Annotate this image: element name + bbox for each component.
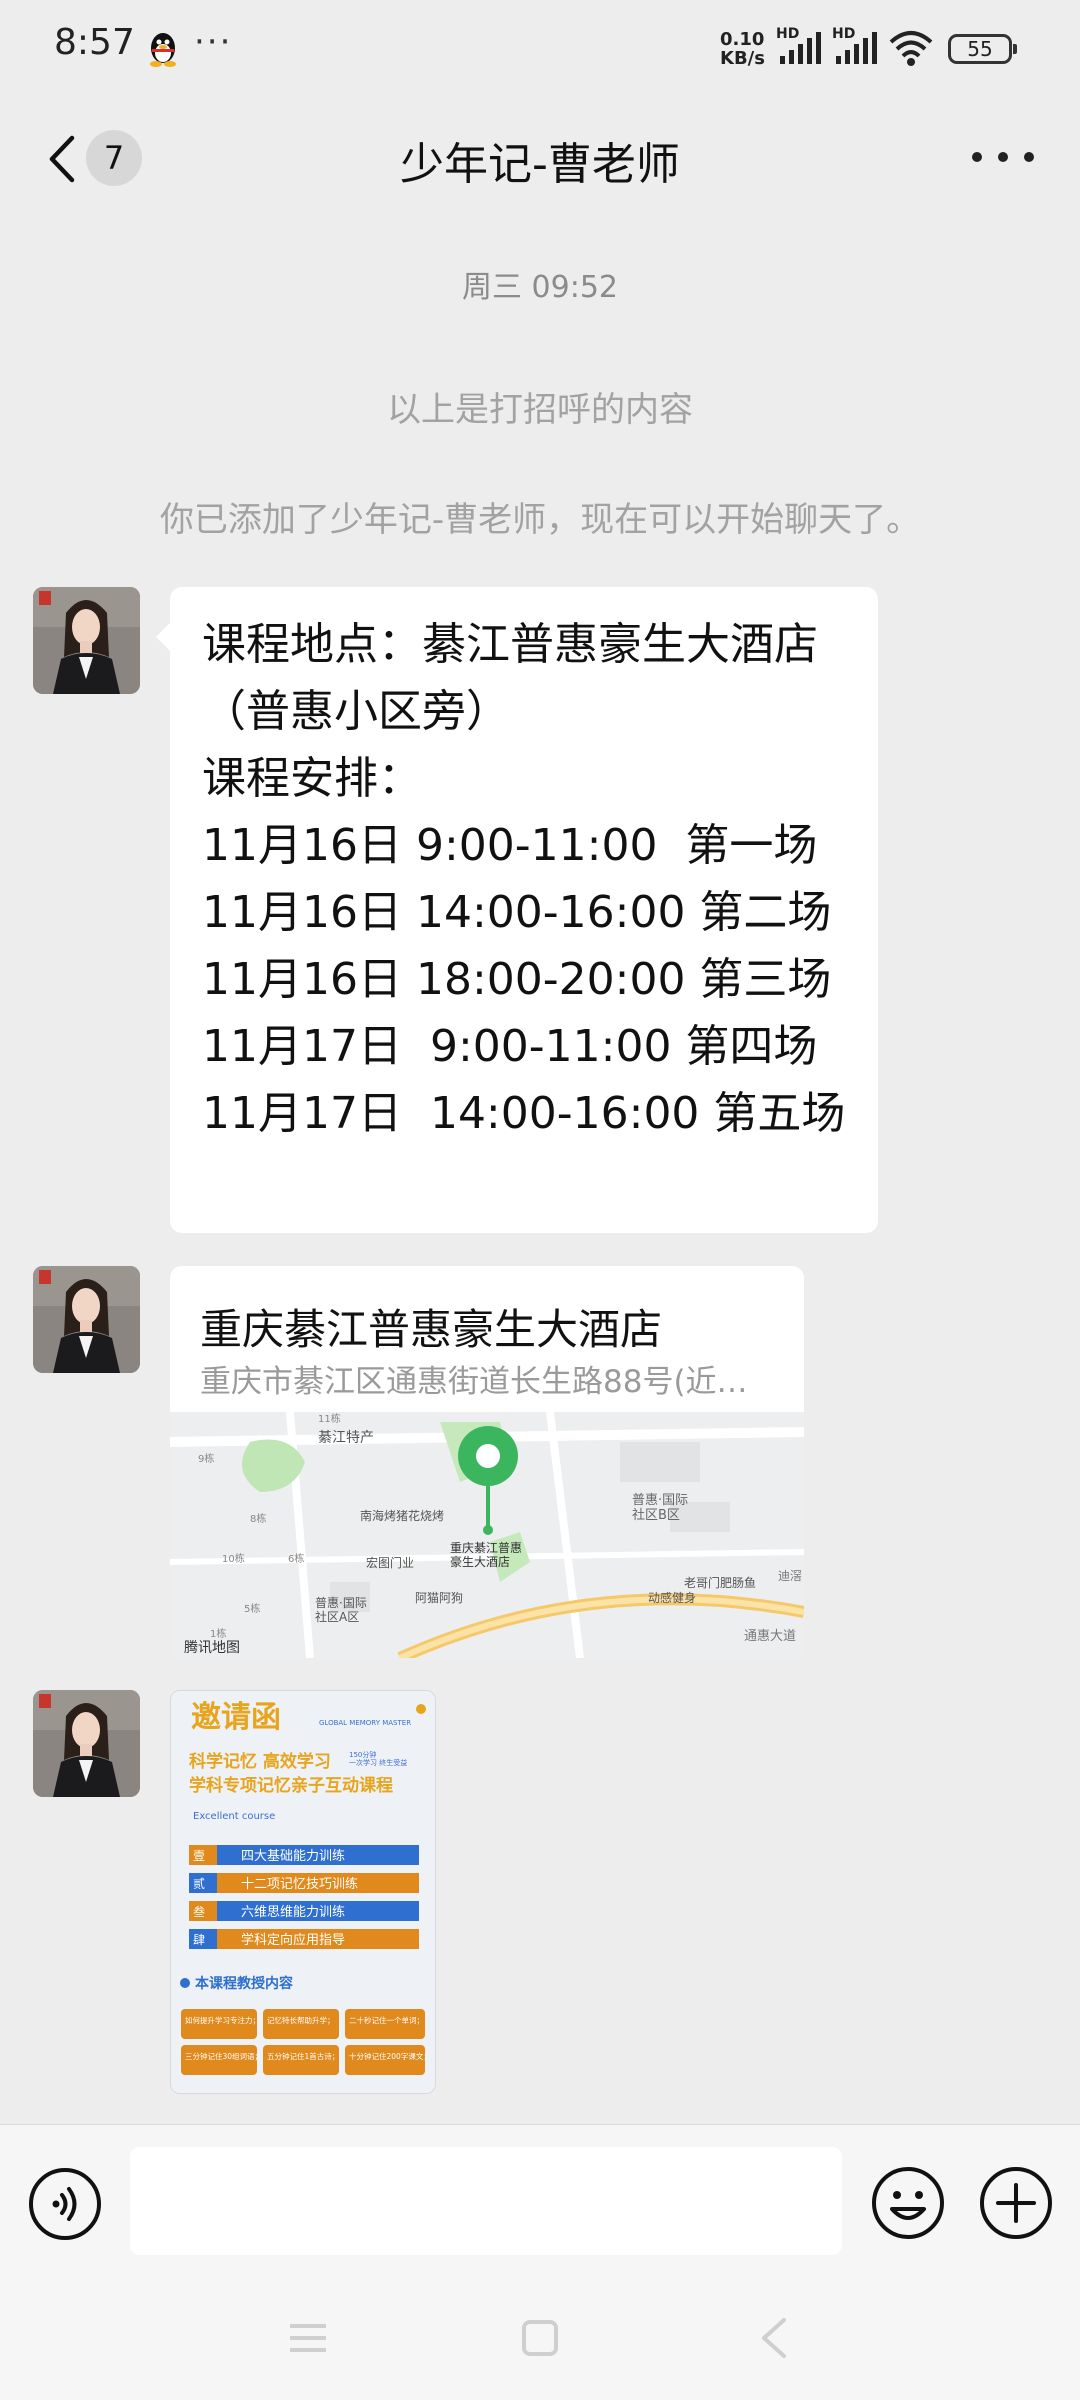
net-speed-value: 0.10 [720,29,765,50]
invitation-content-title: 本课程教授内容 [195,1975,293,1992]
back-nav-icon[interactable] [744,2308,804,2368]
map-label: 普惠·国际社区B区 [632,1493,688,1523]
menu-icon[interactable] [278,2308,338,2368]
map-label: 1栋 [210,1627,226,1640]
battery-icon: 55 [948,34,1017,64]
home-icon[interactable] [510,2308,570,2368]
voice-icon[interactable] [28,2167,102,2241]
signal-icon: HD [776,26,826,68]
avatar[interactable] [33,1266,140,1373]
invitation-brand: GLOBAL MEMORY MASTER [319,1719,411,1727]
message-line: 11月16日 14:00-16:00 第二场 [202,887,832,938]
map-label: 通惠大道 [744,1629,796,1644]
svg-text:六维思维能力训练: 六维思维能力训练 [241,1905,345,1920]
svg-text:十分钟记住200字课文；: 十分钟记住200字课文； [349,2051,431,2061]
svg-text:记忆特长帮助升学；: 记忆特长帮助升学； [267,2015,335,2025]
map-label: 动感健身 [648,1590,696,1605]
map-label: 9栋 [198,1452,214,1465]
map-label: 8栋 [250,1512,266,1525]
message-timestamp: 周三 09:52 [462,270,618,305]
invitation-image[interactable]: 邀请函 GLOBAL MEMORY MASTER 科学记忆 高效学习 150分钟… [170,1690,436,2094]
system-message-greeting: 以上是打招呼的内容 [387,390,693,430]
invitation-poster: 邀请函 GLOBAL MEMORY MASTER 科学记忆 高效学习 150分钟… [171,1691,435,2093]
svg-text:二十秒记住一个单词；: 二十秒记住一个单词； [349,2015,424,2025]
invitation-item: 肆 学科定向应用指导 [189,1929,419,1949]
svg-text:贰: 贰 [193,1876,205,1891]
svg-text:四大基础能力训练: 四大基础能力训练 [241,1849,345,1864]
invitation-title: 邀请函 [191,1700,281,1735]
invitation-grid-cell: 如何提升学习专注力； [181,2009,260,2039]
svg-text:壹: 壹 [193,1849,205,1863]
message-input[interactable] [130,2147,842,2255]
location-address: 重庆市綦江区通惠街道长生路88号(近… [200,1364,748,1400]
svg-text:肆: 肆 [193,1933,205,1947]
qq-penguin-icon [150,33,176,67]
message-line: 11月16日 9:00-11:00 第一场 [202,820,818,871]
map-label: 宏图门业 [366,1555,414,1570]
location-card[interactable]: 重庆綦江普惠豪生大酒店 重庆市綦江区通惠街道长生路88号(近… 綦江特产 南海烤… [170,1266,804,1658]
map-label: 普惠·国际社区A区 [315,1596,367,1624]
invitation-course-label: Excellent course [193,1811,275,1822]
message-line: 课程地点：綦江普惠豪生大酒店 [202,619,818,670]
net-speed: 0.10 KB/s [720,30,765,68]
more-dots-icon[interactable] [968,148,1038,168]
status-more-icon: ··· [194,22,233,62]
map-brand: 腾讯地图 [184,1639,240,1656]
invitation-item: 叁 六维思维能力训练 [189,1901,419,1921]
wifi-icon [889,31,933,66]
svg-text:叁: 叁 [193,1904,205,1919]
signal-icon: HD [832,26,882,68]
invitation-grid-cell: 十分钟记住200字课文； [345,2045,431,2075]
chat-title: 少年记-曹老师 [400,139,680,190]
invitation-item: 贰 十二项记忆技巧训练 [189,1873,419,1893]
map-label: 綦江特产 [318,1430,374,1446]
emoji-icon[interactable] [870,2165,946,2241]
svg-text:学科定向应用指导: 学科定向应用指导 [241,1932,345,1948]
map-label: 迪滘 [778,1569,802,1583]
message-line: 11月17日 14:00-16:00 第五场 [202,1088,846,1139]
status-time: 8:57 [54,22,135,63]
chat-header: 7 少年记-曹老师 [0,100,1080,220]
map-label: 6栋 [288,1552,304,1565]
status-bar: 8:57 ··· 0.10 KB/s HD HD 55 [0,0,1080,100]
message-line: 11月16日 18:00-20:00 第三场 [202,954,832,1005]
map-label: 南海烤猪花烧烤 [360,1508,444,1523]
svg-text:五分钟记住1首古诗；: 五分钟记住1首古诗； [267,2051,339,2061]
svg-text:三分钟记住30组词语；: 三分钟记住30组词语； [185,2051,262,2061]
plus-icon[interactable] [978,2165,1054,2241]
message-line: 课程安排： [202,753,422,804]
map-label: 阿猫阿狗 [415,1591,463,1605]
invitation-grid-cell: 三分钟记住30组词语； [181,2045,262,2075]
map-label: 老哥门肥肠鱼 [684,1575,756,1590]
invitation-item: 壹 四大基础能力训练 [189,1845,419,1865]
location-name: 重庆綦江普惠豪生大酒店 [200,1305,663,1354]
invitation-headline2: 学科专项记忆亲子互动课程 [189,1775,393,1796]
message-line: （普惠小区旁） [202,686,510,737]
net-speed-unit: KB/s [720,48,765,69]
svg-text:十二项记忆技巧训练: 十二项记忆技巧训练 [241,1876,358,1892]
invitation-grid-cell: 记忆特长帮助升学； [263,2009,339,2039]
map-label: 5栋 [244,1602,260,1615]
system-message-added: 你已添加了少年记-曹老师，现在可以开始聊天了。 [159,500,921,540]
invitation-grid-cell: 五分钟记住1首古诗； [263,2045,339,2075]
avatar[interactable] [33,587,140,694]
map-label: 10栋 [222,1552,245,1565]
message-line: 11月17日 9:00-11:00 第四场 [202,1021,818,1072]
svg-text:如何提升学习专注力；: 如何提升学习专注力； [185,2015,260,2025]
avatar[interactable] [33,1690,140,1797]
invitation-grid-cell: 二十秒记住一个单词； [345,2009,425,2039]
message-bubble-text[interactable]: 课程地点：綦江普惠豪生大酒店 （普惠小区旁） 课程安排： 11月16日 9:00… [156,587,878,1233]
location-map: 綦江特产 南海烤猪花烧烤 宏图门业 阿猫阿狗 普惠·国际社区A区 普惠·国际社区… [170,1412,804,1658]
invitation-headline1: 科学记忆 高效学习 [189,1751,331,1772]
map-label: 11栋 [318,1412,341,1425]
